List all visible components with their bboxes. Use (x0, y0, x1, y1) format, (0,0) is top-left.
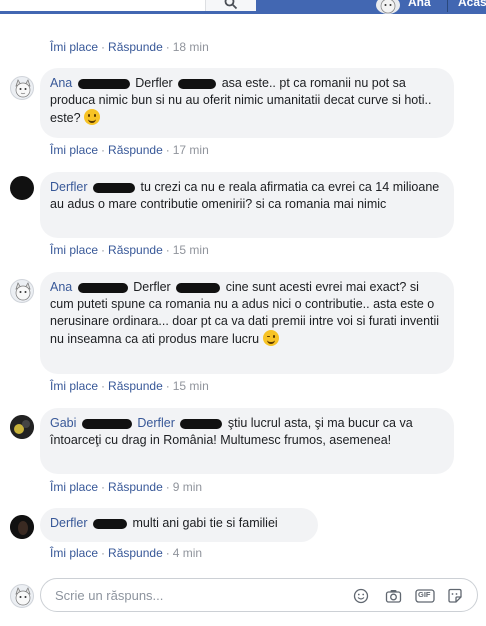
like-link[interactable]: Îmi place (50, 143, 98, 157)
comment-timestamp[interactable]: 15 min (173, 379, 209, 393)
comment-actions: Îmi place · Răspunde · 15 min (50, 243, 209, 257)
gif-button[interactable]: GIF (415, 587, 435, 605)
redaction-scribble (178, 78, 217, 89)
photo-upload-button[interactable] (384, 587, 402, 605)
avatar[interactable] (10, 515, 34, 539)
profile-avatar[interactable] (376, 0, 400, 14)
mention-name[interactable]: Derfler (133, 280, 171, 294)
comment-timestamp[interactable]: 18 min (173, 40, 209, 54)
comment-actions: Îmi place · Răspunde · 9 min (50, 480, 203, 494)
mention-name[interactable]: Derfler (137, 416, 175, 430)
like-link[interactable]: Îmi place (50, 243, 98, 257)
sticker-button[interactable] (446, 587, 464, 605)
comment-bubble: Ana Derfler cine sunt acesti evrei mai e… (40, 272, 454, 374)
search-button[interactable] (205, 0, 256, 11)
mention-name[interactable]: Derfler (135, 76, 173, 90)
redaction-scribble (176, 282, 221, 293)
reply-link[interactable]: Răspunde (108, 480, 163, 494)
like-link[interactable]: Îmi place (50, 379, 98, 393)
comment-bubble: Ana Derfler asa este.. pt ca romanii nu … (40, 68, 454, 138)
profile-name-link[interactable]: Ana (408, 0, 431, 9)
redaction-scribble (77, 282, 128, 293)
emoji-picker-button[interactable] (352, 587, 370, 605)
comment-author[interactable]: Ana (50, 280, 72, 294)
comment-text: multi ani gabi tie si familiei (132, 516, 278, 530)
avatar[interactable] (10, 76, 34, 100)
avatar[interactable] (10, 279, 34, 303)
redaction-scribble (77, 78, 130, 89)
comment-timestamp[interactable]: 15 min (173, 243, 209, 257)
redaction-scribble (93, 518, 127, 529)
comment-author[interactable]: Gabi (50, 416, 76, 430)
like-link[interactable]: Îmi place (50, 40, 98, 54)
camera-icon (385, 590, 401, 603)
redaction-scribble (93, 182, 135, 193)
wink-emoji-icon (262, 330, 279, 346)
avatar[interactable] (10, 176, 34, 200)
smiley-icon (353, 588, 369, 604)
top-navigation-bar: Ana Acas (0, 0, 486, 14)
like-link[interactable]: Îmi place (50, 480, 98, 494)
reply-link[interactable]: Răspunde (108, 143, 163, 157)
comment-actions: Îmi place · Răspunde · 4 min (50, 546, 203, 560)
sticker-icon (448, 588, 462, 603)
smile-emoji-icon (84, 109, 101, 125)
reply-link[interactable]: Răspunde (108, 546, 163, 560)
comment-bubble: Derfler multi ani gabi tie si familiei (40, 508, 318, 542)
reply-link[interactable]: Răspunde (108, 40, 163, 54)
comment-author[interactable]: Derfler (50, 180, 88, 194)
comment-timestamp[interactable]: 17 min (173, 143, 209, 157)
reply-link[interactable]: Răspunde (108, 379, 163, 393)
avatar-photo-icon (10, 415, 34, 439)
avatar-photo-icon (10, 515, 34, 539)
search-icon (224, 0, 238, 9)
reply-placeholder: Scrie un răspuns... (55, 588, 164, 603)
composer-avatar (10, 584, 34, 608)
nav-divider (447, 0, 448, 12)
cat-avatar-icon (15, 282, 31, 301)
comment-timestamp[interactable]: 9 min (173, 480, 202, 494)
comment-author[interactable]: Derfler (50, 516, 88, 530)
reply-input[interactable]: Scrie un răspuns... GIF (40, 578, 478, 612)
avatar[interactable] (10, 415, 34, 439)
comment-actions: Îmi place · Răspunde · 18 min (50, 40, 209, 54)
comment-timestamp[interactable]: 4 min (173, 546, 202, 560)
cat-avatar-icon (15, 587, 31, 606)
comment-actions: Îmi place · Răspunde · 17 min (50, 143, 209, 157)
comment-author[interactable]: Ana (50, 76, 72, 90)
comment-actions: Îmi place · Răspunde · 15 min (50, 379, 209, 393)
reply-link[interactable]: Răspunde (108, 243, 163, 257)
cat-avatar-icon (15, 79, 31, 98)
comment-bubble: Derfler tu crezi ca nu e reala afirmatia… (40, 172, 454, 238)
gif-label: GIF (418, 590, 431, 599)
cat-avatar-icon (380, 0, 396, 14)
comment-bubble: Gabi Derfler ştiu lucrul asta, şi ma buc… (40, 408, 454, 474)
like-link[interactable]: Îmi place (50, 546, 98, 560)
home-link[interactable]: Acas (458, 0, 486, 9)
redaction-scribble (180, 418, 223, 429)
redaction-scribble (81, 418, 132, 429)
